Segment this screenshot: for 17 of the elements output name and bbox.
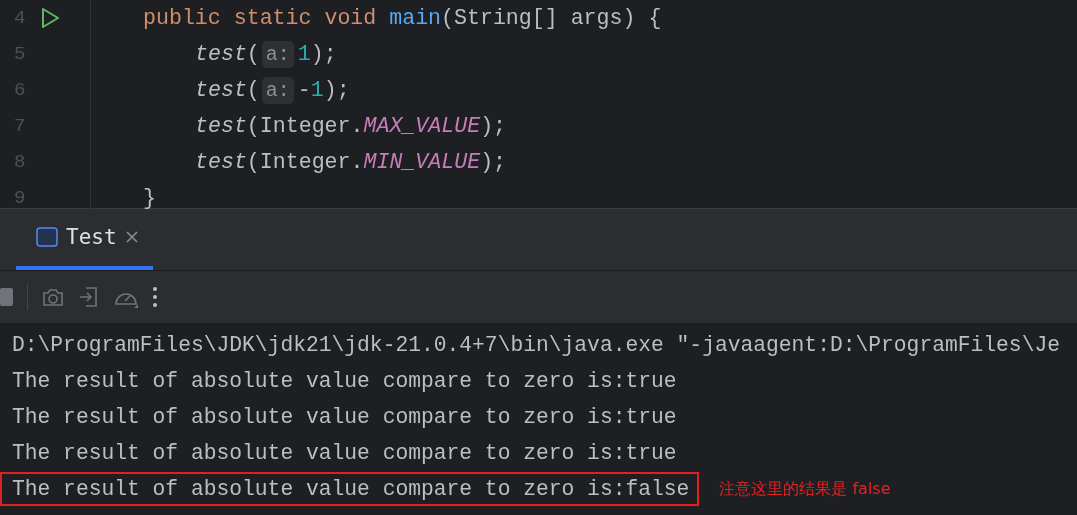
close-icon[interactable] — [124, 230, 139, 244]
camera-icon[interactable] — [42, 287, 64, 307]
console-line: D:\ProgramFiles\JDK\jdk21\jdk-21.0.4+7\bin\java.exe "-javaagent:D:\ProgramFiles\Je — [11, 332, 1061, 359]
import-icon[interactable] — [78, 286, 100, 308]
console-icon — [36, 227, 58, 247]
code-line: } — [143, 186, 156, 210]
console-line: The result of absolute value compare to zero is:true — [11, 368, 678, 395]
console-line: The result of absolute value compare to zero is:true — [11, 440, 678, 467]
more-icon[interactable] — [152, 286, 158, 308]
code-line: public static void main(String[] args) { — [143, 6, 662, 30]
code-line: test(Integer.MAX_VALUE); — [195, 114, 507, 138]
code-line: test( a: -1); — [195, 76, 350, 104]
console-line: The result of absolute value compare to zero is:true — [11, 404, 678, 431]
annotation-note: 注意这里的结果是 false — [719, 478, 891, 500]
code-line: test( a: 1); — [195, 40, 337, 68]
run-icon[interactable] — [40, 7, 60, 29]
code-line: test(Integer.MIN_VALUE); — [195, 150, 507, 174]
